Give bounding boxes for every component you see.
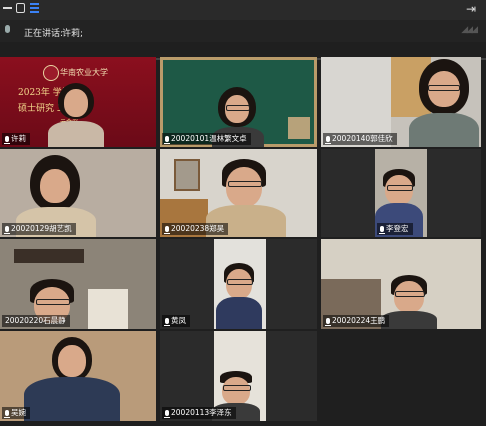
- participant-label: 20020140郭佳欣: [323, 133, 397, 145]
- video-grid: 华南农业大学 2023年 学学院 硕士研究 二生 云会议 许莉 20020101…: [0, 55, 486, 426]
- exit-icon[interactable]: ⇥: [466, 2, 476, 16]
- microphone-icon: [164, 226, 170, 234]
- participant-name: 黄凤: [171, 316, 186, 325]
- participant-label: 20020101温林繁文卓: [162, 133, 251, 145]
- video-tile[interactable]: 黄凤: [160, 239, 317, 329]
- participant-name: 许莉: [11, 134, 26, 143]
- shelf: [14, 249, 84, 263]
- signal-icon: ◢◢◢: [461, 25, 478, 35]
- video-tile[interactable]: 李登宏: [321, 149, 481, 237]
- video-tile-host[interactable]: 华南农业大学 2023年 学学院 硕士研究 二生 云会议 许莉: [0, 57, 156, 147]
- participant-label: 20020113李泽东: [162, 407, 236, 419]
- video-tile[interactable]: 吴婉: [0, 331, 156, 421]
- participant-label: 20020238郑昊: [162, 223, 229, 235]
- participant-name: 20020224王鹏: [332, 316, 386, 325]
- participant-label: 黄凤: [162, 315, 190, 327]
- bookshelf: [288, 117, 310, 139]
- poster: [88, 289, 128, 329]
- speaking-indicator-bar: 正在讲话: 许莉; ◢◢◢: [0, 20, 486, 60]
- participant-name: 20020238郑昊: [171, 224, 225, 233]
- microphone-icon: [379, 226, 385, 234]
- participant-name: 20020129胡艺凯: [11, 224, 72, 233]
- video-tile[interactable]: 20020238郑昊: [160, 149, 317, 237]
- video-tile[interactable]: 20020101温林繁文卓: [160, 57, 317, 147]
- participant-name: 20020101温林繁文卓: [171, 134, 247, 143]
- speaking-label: 正在讲话:: [24, 29, 64, 39]
- video-tile[interactable]: 20020129胡艺凯: [0, 149, 156, 237]
- participant-label: 李登宏: [377, 223, 413, 235]
- microphone-icon: [4, 226, 10, 234]
- microphone-icon: [5, 25, 10, 33]
- video-tile[interactable]: 20020224王鹏: [321, 239, 481, 329]
- participant-label: 吴婉: [2, 407, 30, 419]
- participant-name: 20020113李泽东: [171, 408, 232, 417]
- microphone-icon: [4, 410, 10, 418]
- minimize-icon[interactable]: [2, 3, 12, 14]
- microphone-icon: [164, 318, 170, 326]
- microphone-icon: [4, 136, 10, 144]
- microphone-icon: [164, 410, 170, 418]
- participant-name: 吴婉: [11, 408, 26, 417]
- wall-picture: [174, 159, 200, 191]
- video-tile[interactable]: 20020220石晨静: [0, 239, 156, 329]
- participant-name: 李登宏: [386, 224, 409, 233]
- video-tile[interactable]: 20020140郭佳欣: [321, 57, 481, 147]
- participant-name: 20020220石晨静: [5, 316, 66, 325]
- window-icon[interactable]: [16, 3, 25, 13]
- speaking-name: 许莉;: [62, 29, 84, 39]
- participant-name: 20020140郭佳欣: [332, 134, 393, 143]
- participant-label: 20020224王鹏: [323, 315, 390, 327]
- title-bar: ⇥: [0, 0, 486, 20]
- microphone-icon: [325, 136, 331, 144]
- participant-label: 许莉: [2, 133, 30, 145]
- participant-label: 20020220石晨静: [2, 315, 70, 327]
- microphone-icon: [164, 136, 170, 144]
- microphone-icon: [325, 318, 331, 326]
- participant-label: 20020129胡艺凯: [2, 223, 76, 235]
- video-tile[interactable]: 20020113李泽东: [160, 331, 317, 421]
- banner-school: 华南农业大学: [60, 68, 108, 77]
- grid-view-icon[interactable]: [30, 3, 39, 13]
- school-logo-icon: [43, 65, 59, 81]
